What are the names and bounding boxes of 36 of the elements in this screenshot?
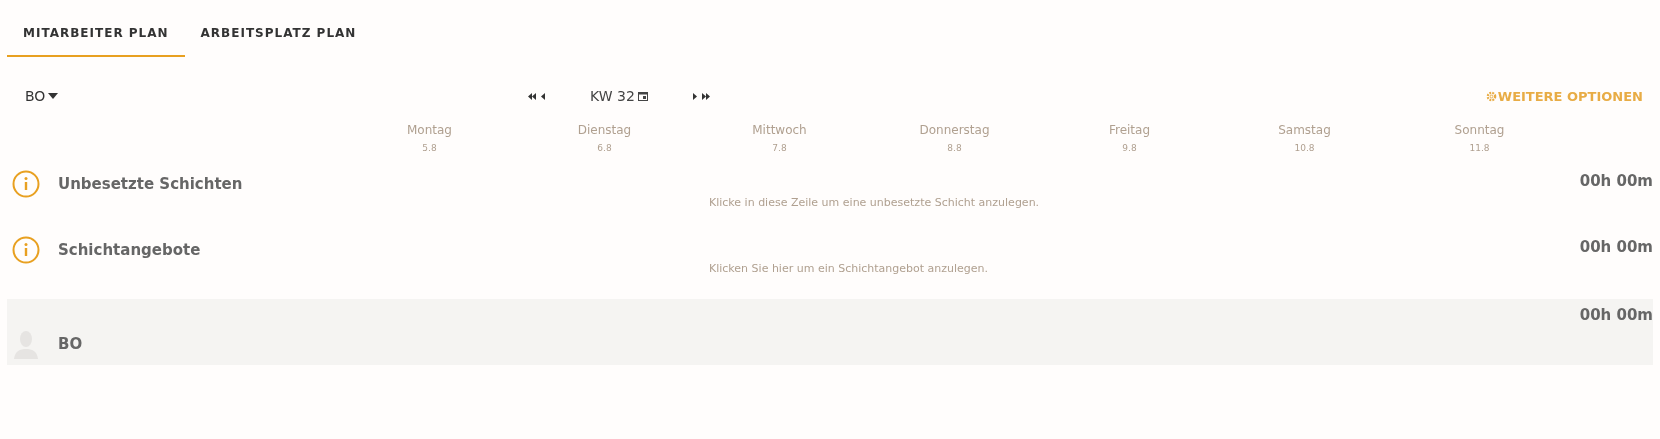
employee-row[interactable]: BO 00h 00m bbox=[7, 299, 1653, 365]
day-date: 11.8 bbox=[1469, 143, 1490, 153]
day-name: Sonntag bbox=[1454, 123, 1505, 137]
row-hint: Klicke in diese Zeile um eine unbesetzte Schicht anzulegen. bbox=[709, 196, 1040, 209]
day-date: 6.8 bbox=[597, 143, 612, 153]
employee-filter-dropdown[interactable]: BO bbox=[7, 88, 227, 104]
tab[interactable]: ARBEITSPLATZ PLAN bbox=[184, 18, 373, 57]
day-name: Freitag bbox=[1108, 123, 1151, 137]
tab[interactable]: MITARBEITER PLAN bbox=[7, 18, 185, 57]
day-date: 8.8 bbox=[947, 143, 962, 153]
day-name: Montag bbox=[407, 123, 452, 137]
row-title: Schichtangebote bbox=[58, 241, 201, 259]
day-name: Donnerstag bbox=[919, 123, 990, 137]
row-title: Unbesetzte Schichten bbox=[58, 175, 243, 193]
day-name: Samstag bbox=[1278, 123, 1331, 137]
left-arrow-icon[interactable] bbox=[541, 92, 546, 100]
double-left-arrow-icon[interactable] bbox=[527, 92, 537, 100]
day-date: 10.8 bbox=[1294, 143, 1315, 153]
calendar-icon bbox=[637, 91, 648, 101]
double-right-arrow-icon[interactable] bbox=[700, 92, 711, 100]
total-hours: 00h 00m bbox=[1579, 237, 1653, 256]
row-title: BO bbox=[58, 335, 83, 353]
gear-icon bbox=[1485, 90, 1497, 102]
day-date: 9.8 bbox=[1122, 143, 1137, 153]
total-hours: 00h 00m bbox=[1579, 171, 1653, 190]
row-hint: Klicken Sie hier um ein Schichtangebot anzulegen. bbox=[709, 262, 989, 275]
day-name: Dienstag bbox=[577, 123, 632, 137]
day-name: Mittwoch bbox=[752, 123, 807, 137]
caret-icon bbox=[48, 93, 59, 99]
right-arrow-icon[interactable] bbox=[691, 92, 697, 100]
day-date: 5.8 bbox=[422, 143, 437, 153]
info-icon bbox=[12, 170, 40, 198]
day-date: 7.8 bbox=[772, 143, 787, 153]
total-hours: 00h 00m bbox=[1579, 305, 1653, 324]
week-picker[interactable]: KW 32 bbox=[590, 88, 648, 104]
info-icon bbox=[12, 236, 40, 264]
